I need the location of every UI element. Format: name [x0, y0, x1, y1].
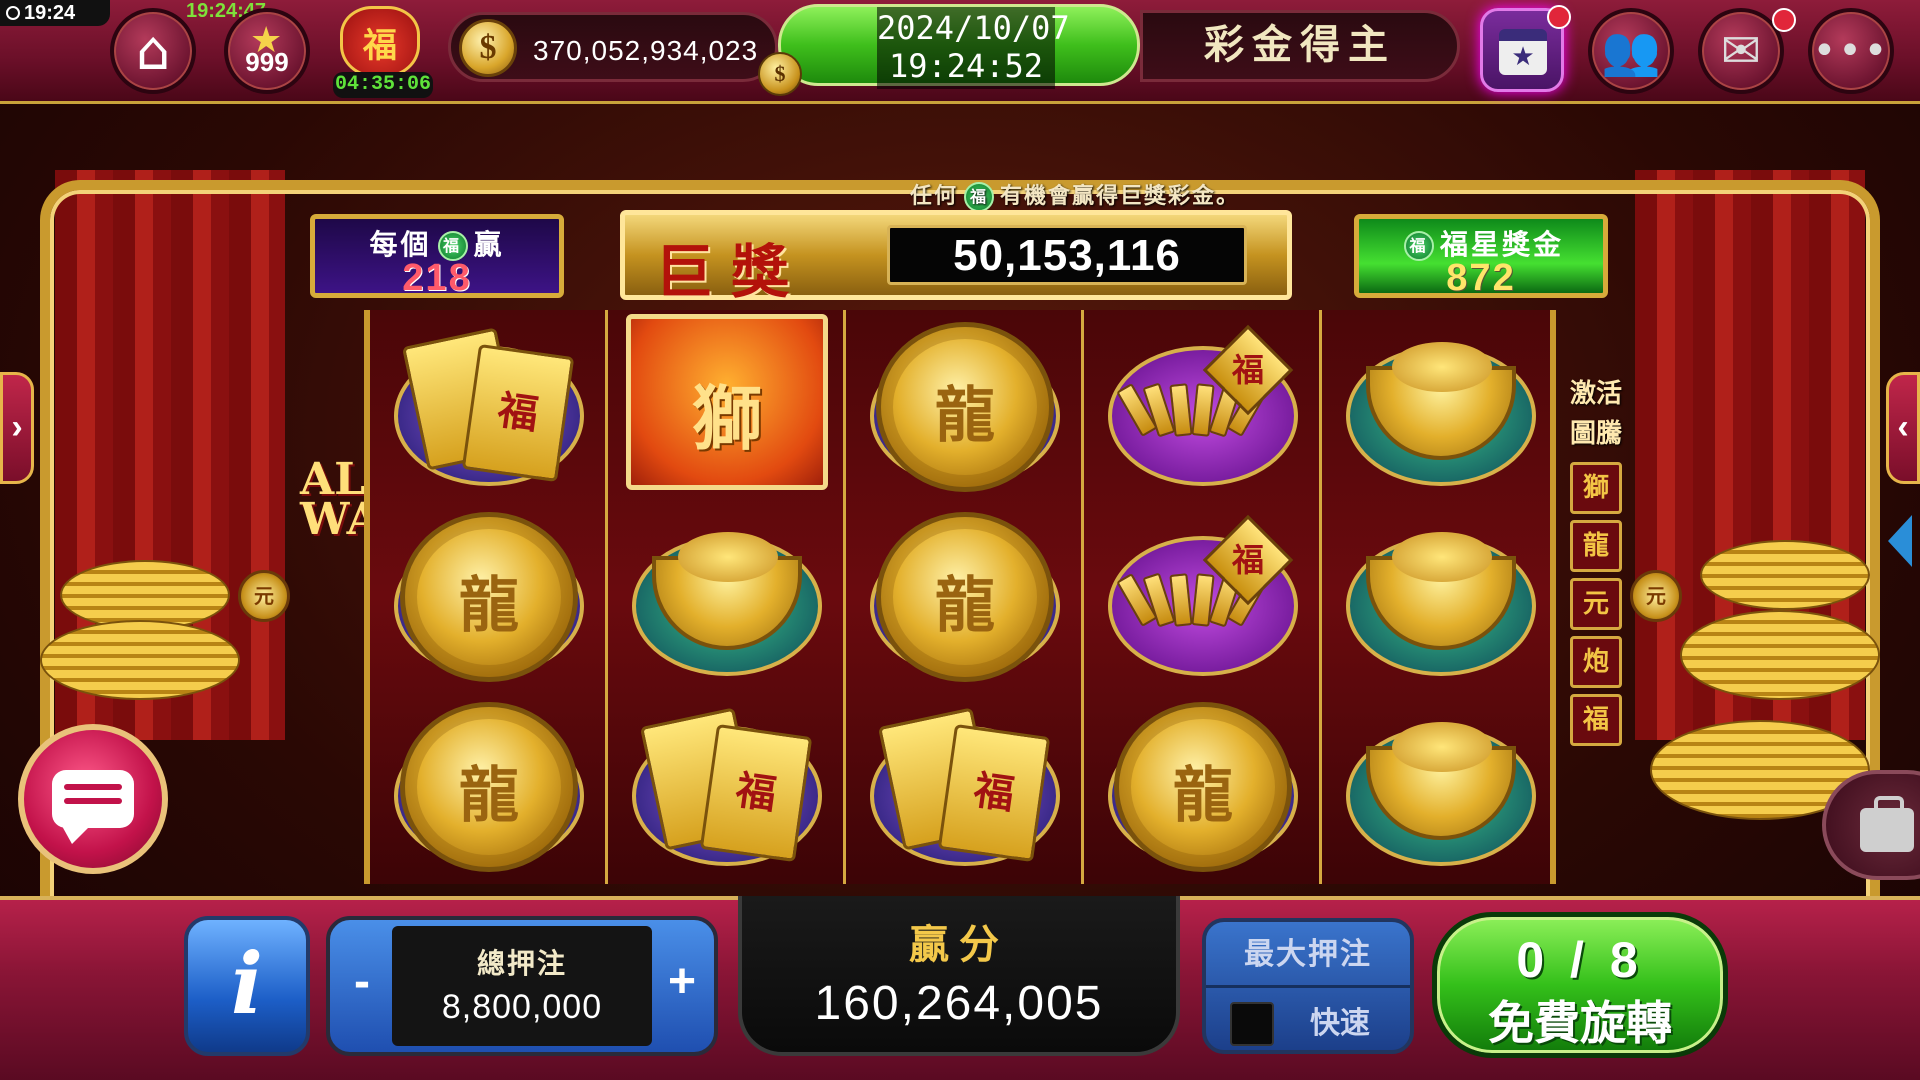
- friends-icon: 👥: [1601, 23, 1661, 79]
- coin-pile-right: [1680, 610, 1880, 700]
- calendar-star-icon: ★: [1499, 29, 1547, 75]
- totem-slot: 獅: [1570, 462, 1622, 514]
- fortune-bag-button[interactable]: 福: [340, 6, 420, 78]
- reel-grid[interactable]: 福福福福福: [364, 310, 1556, 884]
- win-label: 贏分: [909, 922, 1009, 968]
- slot-game-screen: 19:24 ⌂ 19:24:47 ★ 999 福 04:35:06 $ 370,…: [0, 0, 1920, 1080]
- friends-button[interactable]: 👥: [1588, 8, 1674, 94]
- expand-left-panel-button[interactable]: ›: [0, 372, 34, 484]
- ingot-symbol: [1336, 506, 1546, 686]
- per-token-prize-box: 每個福贏 218: [310, 214, 564, 299]
- jackpot-title: 巨獎: [655, 238, 808, 306]
- free-spin-label: 免費旋轉: [1488, 996, 1672, 1050]
- per-token-prize-value: 218: [402, 257, 472, 299]
- totem-slot: 龍: [1570, 520, 1622, 572]
- system-clock: 19:24: [0, 0, 110, 26]
- more-menu-button[interactable]: •••: [1808, 8, 1894, 94]
- fortune-bag-timer: 04:35:06: [333, 72, 433, 98]
- coin-balance-value: 370,052,934,023: [533, 35, 759, 66]
- info-button[interactable]: i: [184, 916, 310, 1056]
- scroll-arrow-icon[interactable]: [1888, 515, 1912, 567]
- dragon-coin-symbol: [860, 316, 1070, 496]
- coin-balance[interactable]: $ 370,052,934,023: [448, 12, 778, 82]
- decrease-bet-button[interactable]: -: [336, 926, 388, 1046]
- reel-column: [1322, 310, 1560, 884]
- time-text: 19:24:52: [888, 47, 1044, 85]
- chevron-right-icon: ›: [11, 408, 23, 446]
- increase-bet-button[interactable]: +: [656, 926, 708, 1046]
- expand-right-panel-button[interactable]: ‹: [1886, 372, 1920, 484]
- fu-token-icon: 福: [964, 182, 995, 212]
- totem-slot: 元: [1570, 578, 1622, 630]
- chevron-left-icon: ‹: [1897, 408, 1909, 446]
- firecracker-symbol: 福: [1098, 506, 1308, 686]
- fortune-bag-icon: 福: [363, 25, 397, 66]
- lion-symbol: [622, 314, 832, 496]
- dollar-coin-icon: $: [459, 19, 517, 77]
- total-bet-display: 總押注 8,800,000: [392, 926, 652, 1046]
- reel-column: 福: [608, 310, 846, 884]
- gold-coin-icon: $: [758, 52, 802, 96]
- dragon-coin-symbol: [384, 506, 594, 686]
- fast-mode-label: 快速: [1310, 1006, 1370, 1041]
- date-time-overlay: 2024/10/07 19:24:52: [877, 9, 1070, 85]
- activate-totem-label: 激活 圖騰: [1569, 379, 1622, 449]
- free-spin-button[interactable]: 0 / 8 免費旋轉: [1432, 912, 1728, 1058]
- totem-slot: 炮: [1570, 636, 1622, 688]
- coin-pile-right: [1700, 540, 1870, 610]
- chat-bubble-icon: [52, 770, 134, 844]
- mail-notification-badge: [1772, 8, 1796, 32]
- notification-badge: [1547, 5, 1571, 29]
- jackpot-box: 巨獎 50,153,116: [620, 210, 1292, 306]
- total-bet-label: 總押注: [476, 947, 567, 980]
- envelope-symbol: 福: [384, 316, 594, 496]
- firecracker-symbol: 福: [1098, 316, 1308, 496]
- dragon-coin-symbol: [1098, 696, 1308, 876]
- max-bet-button[interactable]: 最大押注: [1206, 922, 1410, 988]
- coin-ornament-left: 元: [238, 570, 290, 622]
- mail-icon: ✉: [1720, 23, 1762, 79]
- level-badge[interactable]: ★ 999: [224, 8, 310, 94]
- lucky-star-bonus-box: 福福星獎金 872: [1354, 214, 1608, 299]
- clock-icon: [6, 6, 20, 20]
- dragon-coin-symbol: [384, 696, 594, 876]
- envelope-symbol: 福: [622, 696, 832, 876]
- home-button[interactable]: ⌂: [110, 8, 196, 94]
- top-bar: 19:24 ⌂ 19:24:47 ★ 999 福 04:35:06 $ 370,…: [0, 0, 1920, 104]
- total-bet-control: - 總押注 8,800,000 +: [326, 916, 718, 1056]
- ingot-symbol: [1336, 316, 1546, 496]
- home-icon: ⌂: [135, 19, 171, 82]
- lucky-star-bonus-value: 872: [1446, 257, 1516, 299]
- all-ways-label: ALL WAYS: [300, 454, 442, 542]
- fast-mode-checkbox[interactable]: [1230, 1002, 1274, 1046]
- totem-slot: 福: [1570, 694, 1622, 746]
- date-text: 2024/10/07: [877, 9, 1070, 47]
- coin-ornament-right: 元: [1630, 570, 1682, 622]
- buy-button[interactable]: 2024/10/07 19:24:52: [778, 4, 1140, 89]
- dragon-coin-symbol: [860, 506, 1070, 686]
- coin-pile-left: [40, 620, 240, 700]
- jackpot-value: 50,153,116: [887, 225, 1247, 285]
- reel-column: 福福: [1084, 310, 1322, 884]
- reel-column: 福: [846, 310, 1084, 884]
- jackpot-announcement: 任何福有機會贏得巨獎彩金。: [910, 178, 1240, 212]
- win-value: 160,264,005: [814, 977, 1104, 1030]
- ingot-symbol: [622, 506, 832, 686]
- envelope-symbol: 福: [860, 696, 1070, 876]
- chat-button[interactable]: [18, 724, 168, 874]
- ingot-symbol: [1336, 696, 1546, 876]
- briefcase-icon: [1860, 796, 1914, 852]
- events-calendar-button[interactable]: ★: [1480, 5, 1571, 92]
- free-spin-count: 0 / 8: [1516, 932, 1644, 988]
- more-dots-icon: •••: [1812, 28, 1890, 74]
- bet-options-panel: 最大押注 快速: [1202, 918, 1414, 1054]
- total-bet-value: 8,800,000: [441, 988, 603, 1026]
- reel-column: 福: [370, 310, 608, 884]
- win-display: 贏分 160,264,005: [738, 896, 1180, 1056]
- level-value: 999: [245, 47, 289, 77]
- mail-button[interactable]: ✉: [1698, 8, 1796, 94]
- jackpot-winners-ticker[interactable]: 彩金得主: [1140, 10, 1460, 82]
